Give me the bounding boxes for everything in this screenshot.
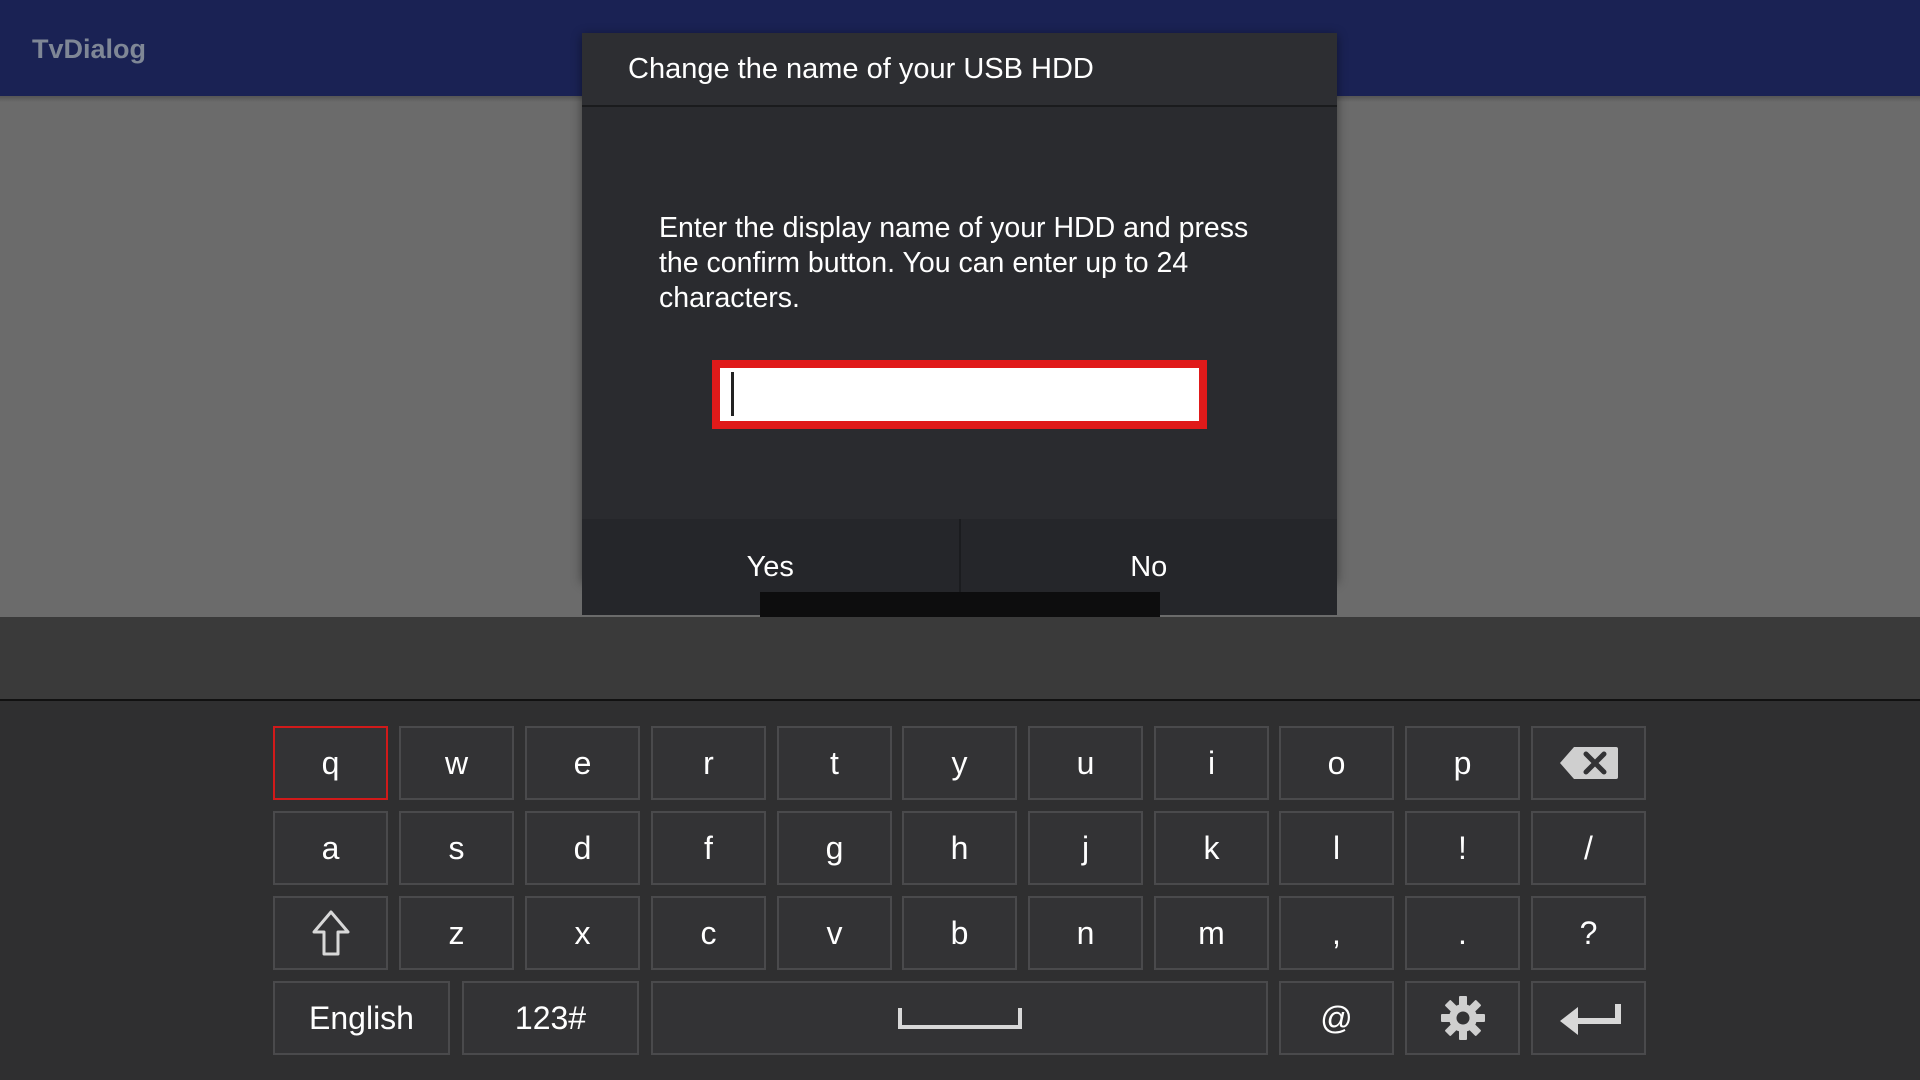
key-p[interactable]: p bbox=[1405, 726, 1520, 800]
dialog-bottom-tab bbox=[760, 592, 1160, 618]
key-at[interactable]: @ bbox=[1279, 981, 1394, 1055]
key-h[interactable]: h bbox=[902, 811, 1017, 885]
settings-key[interactable] bbox=[1405, 981, 1520, 1055]
key-g[interactable]: g bbox=[777, 811, 892, 885]
key-n[interactable]: n bbox=[1028, 896, 1143, 970]
space-bar-icon bbox=[897, 1005, 1023, 1031]
shift-key[interactable] bbox=[273, 896, 388, 970]
keyboard-candidate-strip bbox=[0, 617, 1920, 701]
space-key[interactable] bbox=[651, 981, 1268, 1055]
key-m[interactable]: m bbox=[1154, 896, 1269, 970]
gear-icon bbox=[1440, 995, 1486, 1041]
key-u[interactable]: u bbox=[1028, 726, 1143, 800]
key-slash[interactable]: / bbox=[1531, 811, 1646, 885]
backspace-icon bbox=[1558, 745, 1620, 781]
key-i[interactable]: i bbox=[1154, 726, 1269, 800]
hdd-name-input[interactable] bbox=[712, 360, 1207, 429]
key-v[interactable]: v bbox=[777, 896, 892, 970]
text-cursor bbox=[731, 372, 734, 416]
shift-icon bbox=[311, 909, 351, 957]
key-x[interactable]: x bbox=[525, 896, 640, 970]
key-y[interactable]: y bbox=[902, 726, 1017, 800]
key-w[interactable]: w bbox=[399, 726, 514, 800]
key-l[interactable]: l bbox=[1279, 811, 1394, 885]
dialog-message: Enter the display name of your HDD and p… bbox=[659, 212, 1249, 314]
dialog-body: Enter the display name of your HDD and p… bbox=[582, 107, 1337, 519]
key-r[interactable]: r bbox=[651, 726, 766, 800]
enter-key[interactable] bbox=[1531, 981, 1646, 1055]
key-a[interactable]: a bbox=[273, 811, 388, 885]
key-b[interactable]: b bbox=[902, 896, 1017, 970]
key-question[interactable]: ? bbox=[1531, 896, 1646, 970]
key-period[interactable]: . bbox=[1405, 896, 1520, 970]
key-k[interactable]: k bbox=[1154, 811, 1269, 885]
onscreen-keyboard: q w e r t y u i o p a s d f g h j k l ! … bbox=[0, 701, 1920, 1080]
rename-dialog: Change the name of your USB HDD Enter th… bbox=[582, 33, 1337, 615]
key-d[interactable]: d bbox=[525, 811, 640, 885]
app-title: TvDialog bbox=[32, 34, 147, 64]
language-key[interactable]: English bbox=[273, 981, 450, 1055]
dialog-title: Change the name of your USB HDD bbox=[582, 33, 1337, 107]
key-z[interactable]: z bbox=[399, 896, 514, 970]
backspace-key[interactable] bbox=[1531, 726, 1646, 800]
screen: TvDialog Change the name of your USB HDD… bbox=[0, 0, 1920, 1080]
key-o[interactable]: o bbox=[1279, 726, 1394, 800]
symbols-key[interactable]: 123# bbox=[462, 981, 639, 1055]
enter-icon bbox=[1556, 1001, 1622, 1035]
key-s[interactable]: s bbox=[399, 811, 514, 885]
key-exclamation[interactable]: ! bbox=[1405, 811, 1520, 885]
key-j[interactable]: j bbox=[1028, 811, 1143, 885]
key-comma[interactable]: , bbox=[1279, 896, 1394, 970]
key-e[interactable]: e bbox=[525, 726, 640, 800]
key-f[interactable]: f bbox=[651, 811, 766, 885]
key-q[interactable]: q bbox=[273, 726, 388, 800]
key-t[interactable]: t bbox=[777, 726, 892, 800]
key-c[interactable]: c bbox=[651, 896, 766, 970]
